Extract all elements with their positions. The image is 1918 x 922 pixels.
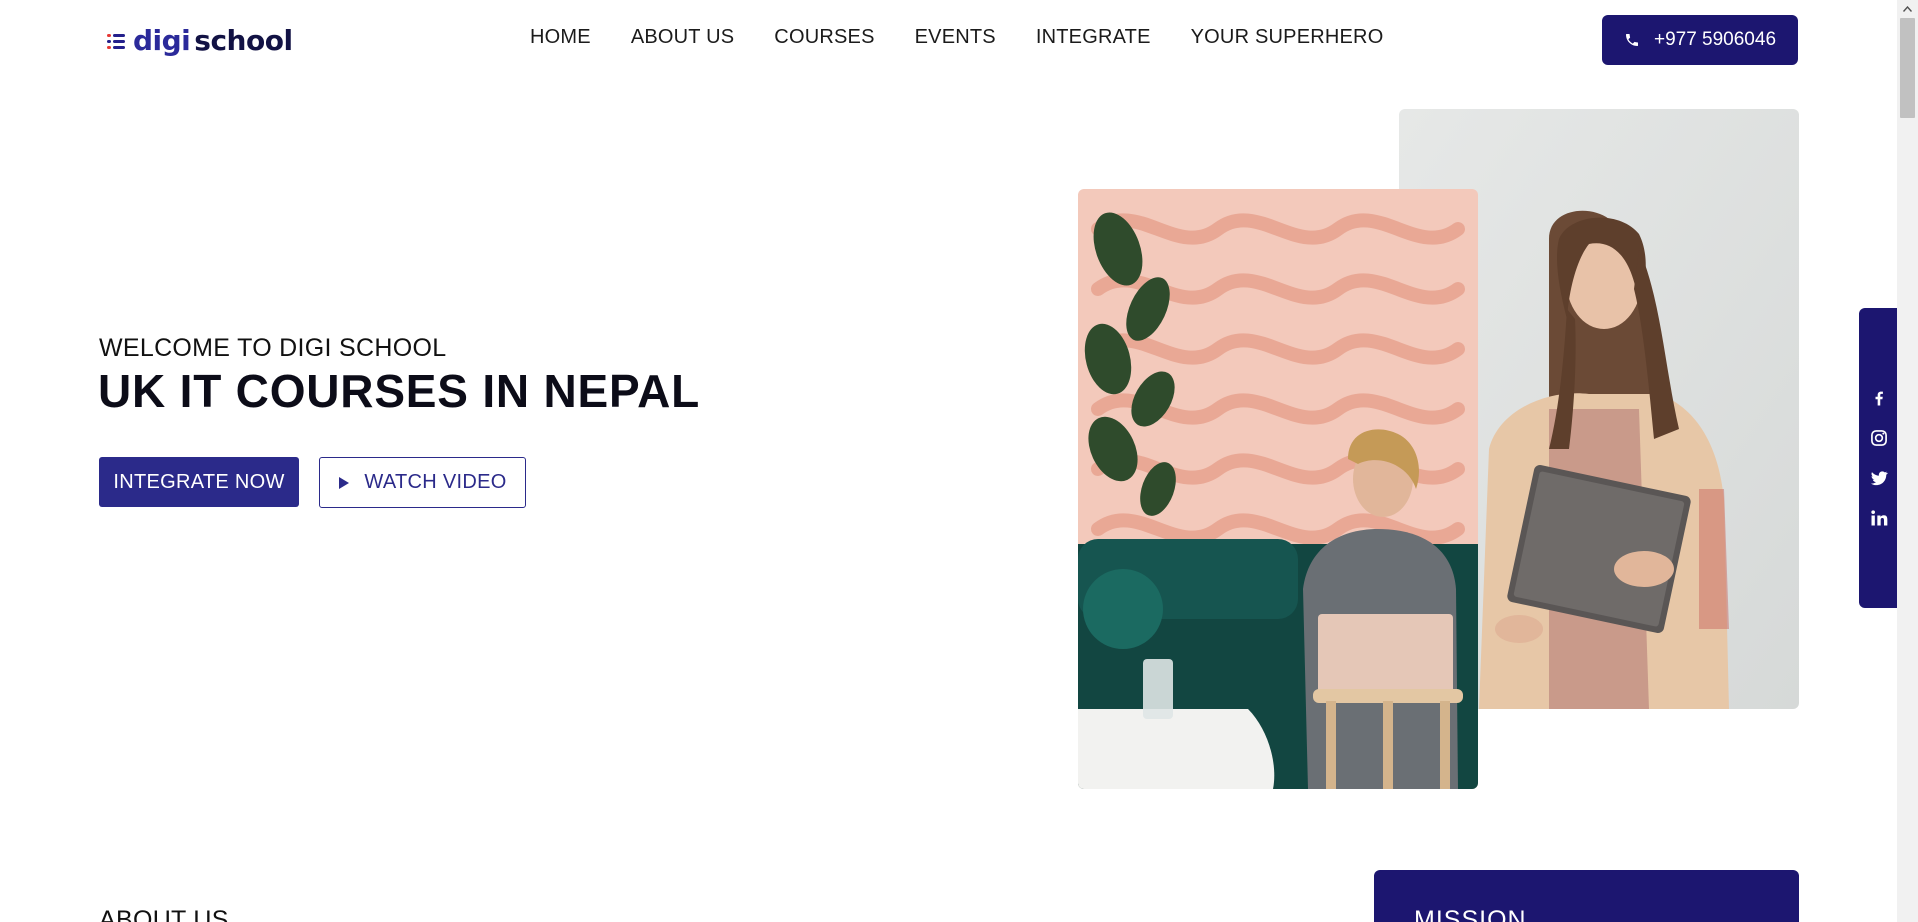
social-sidebar (1859, 308, 1899, 608)
facebook-link[interactable] (1869, 388, 1889, 408)
phone-button[interactable]: +977 5906046 (1602, 15, 1798, 65)
nav-your-superhero[interactable]: YOUR SUPERHERO (1191, 26, 1384, 49)
logo-text-digi: digi (133, 24, 191, 57)
scroll-thumb[interactable] (1900, 18, 1915, 118)
hero-image-man-laptop (1078, 189, 1478, 789)
nav-events[interactable]: EVENTS (915, 26, 996, 49)
twitter-link[interactable] (1869, 468, 1889, 488)
nav-courses[interactable]: COURSES (774, 26, 874, 49)
linkedin-link[interactable] (1869, 508, 1889, 528)
instagram-link[interactable] (1869, 428, 1889, 448)
watch-video-button[interactable]: WATCH VIDEO (319, 457, 526, 508)
nav-integrate[interactable]: INTEGRATE (1036, 26, 1151, 49)
logo-mark-icon (107, 31, 127, 51)
mission-title: MISSION (1414, 906, 1527, 922)
watch-video-label: WATCH VIDEO (364, 471, 507, 493)
phone-number: +977 5906046 (1653, 29, 1777, 50)
logo[interactable]: digi school (107, 24, 293, 57)
integrate-now-button[interactable]: INTEGRATE NOW (99, 457, 299, 507)
play-icon (339, 476, 350, 489)
instagram-icon (1871, 430, 1887, 446)
scroll-up-arrow-icon[interactable] (1897, 0, 1918, 17)
mission-card: MISSION (1374, 870, 1799, 922)
facebook-icon (1875, 391, 1883, 406)
nav-home[interactable]: HOME (530, 26, 591, 49)
about-us-heading: ABOUT US (99, 906, 229, 922)
logo-text-school: school (194, 24, 293, 57)
hero-title: UK IT COURSES IN NEPAL (98, 365, 701, 417)
linkedin-icon (1871, 510, 1888, 526)
main-nav: HOME ABOUT US COURSES EVENTS INTEGRATE Y… (530, 26, 1383, 49)
phone-icon (1625, 34, 1638, 46)
page-scrollbar[interactable] (1897, 0, 1918, 922)
hero-subtitle: WELCOME TO DIGI SCHOOL (99, 334, 447, 362)
nav-about-us[interactable]: ABOUT US (631, 26, 734, 49)
twitter-icon (1870, 471, 1888, 486)
